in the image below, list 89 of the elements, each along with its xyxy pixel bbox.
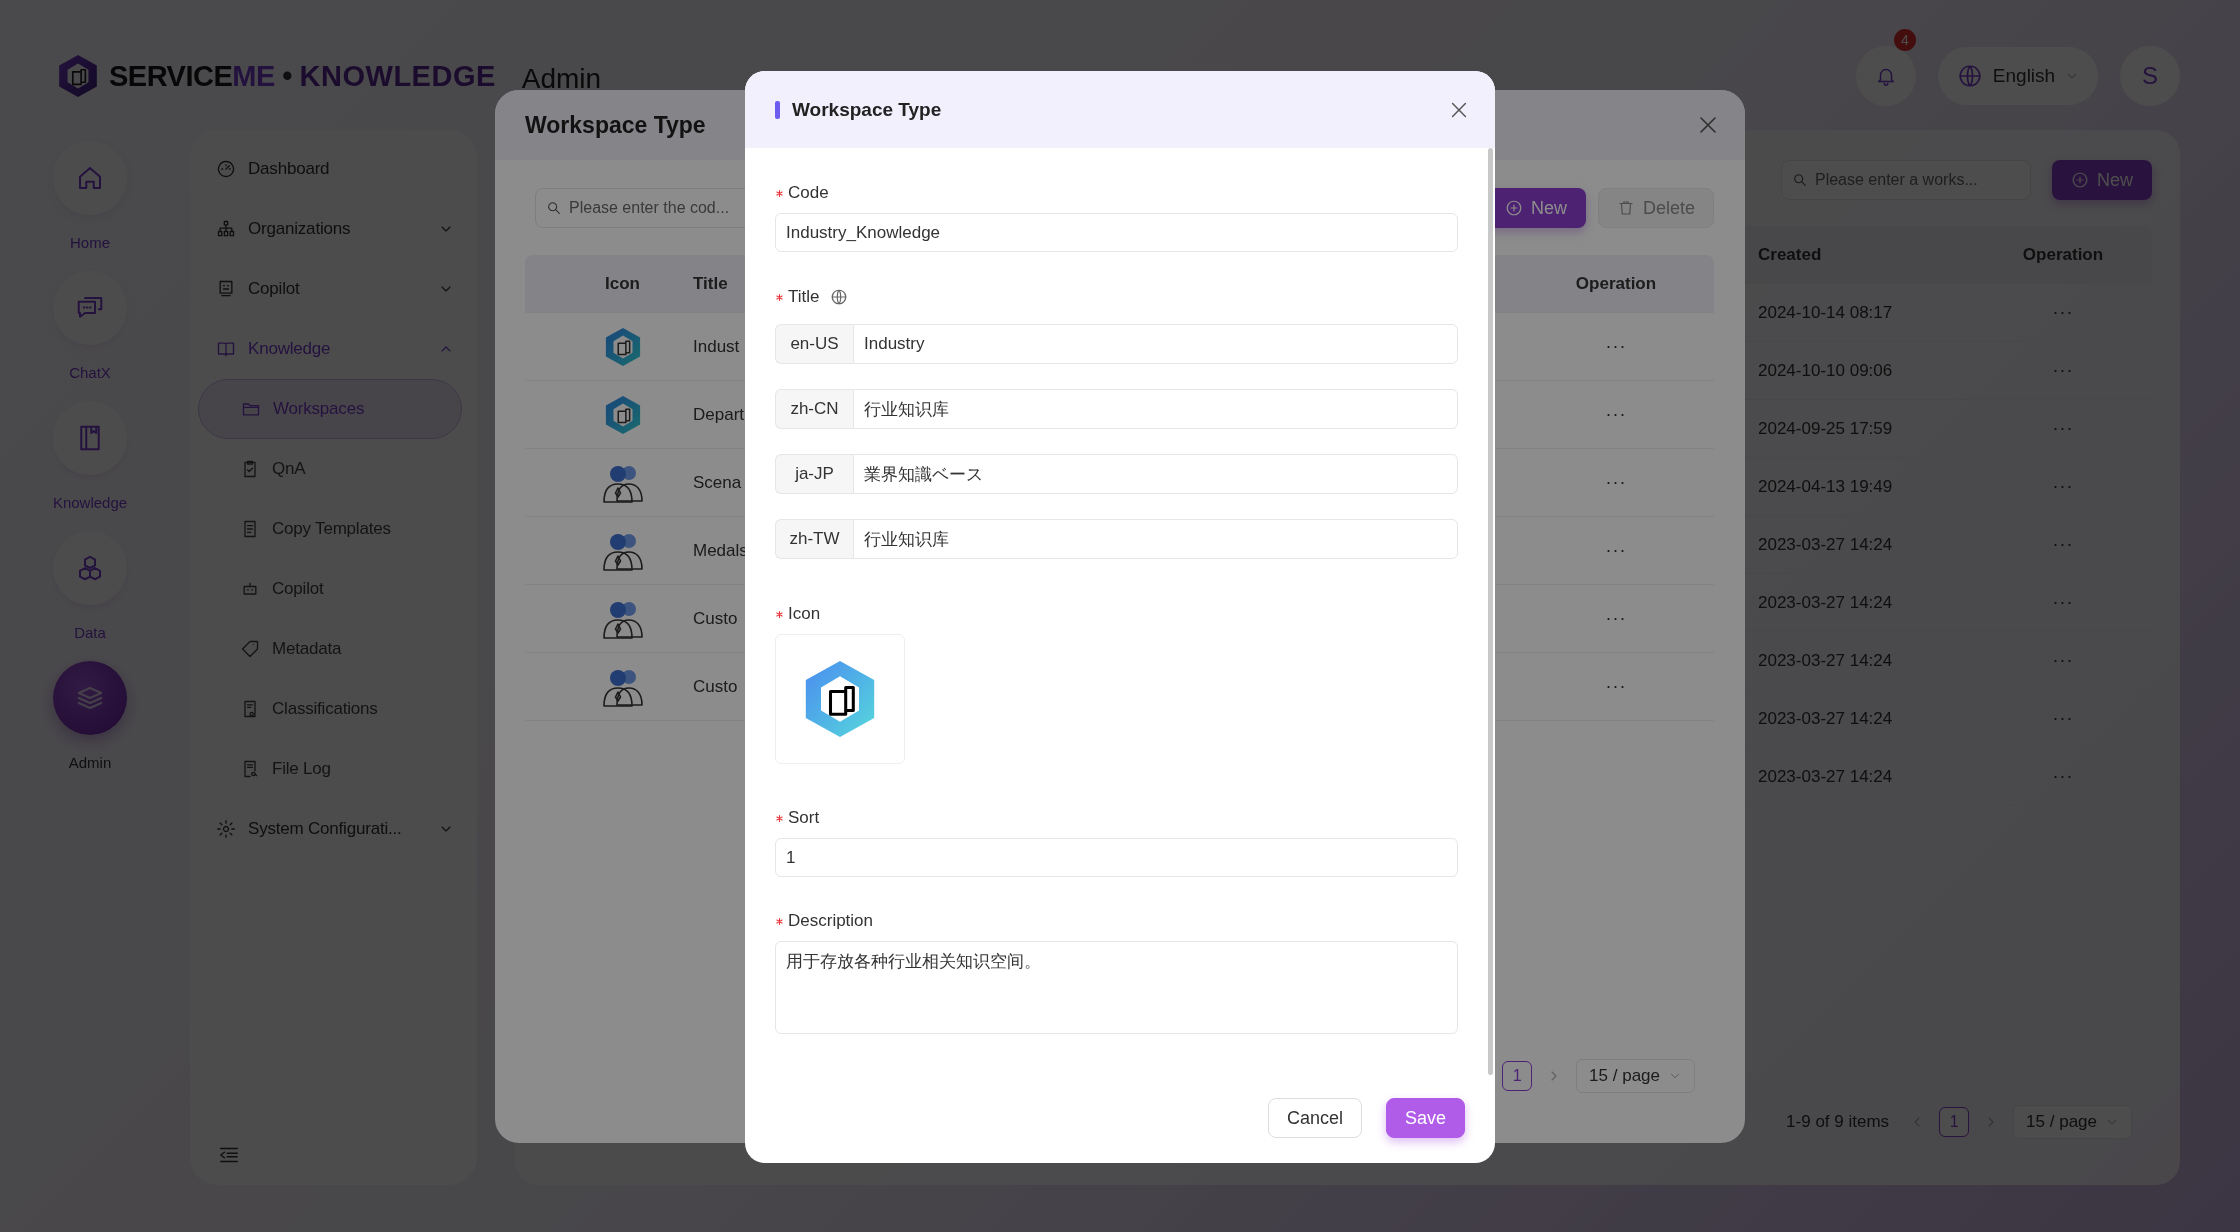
more-actions[interactable]: ··· bbox=[1605, 404, 1627, 425]
more-actions[interactable]: ··· bbox=[2052, 766, 2074, 787]
field-label: Title bbox=[788, 287, 820, 307]
field-label: Sort bbox=[788, 808, 820, 828]
table-cell-text: 2023-03-27 14:24 bbox=[1757, 650, 1894, 671]
dialog-title: Workspace Type bbox=[525, 111, 706, 139]
sidebar-item[interactable]: Copy Templates bbox=[198, 499, 462, 559]
table-cell-text: Custo bbox=[692, 676, 738, 697]
locale-label: zh-TW bbox=[775, 519, 853, 559]
org-chart-icon bbox=[216, 219, 236, 239]
logo-icon bbox=[57, 53, 99, 99]
column-header: Created bbox=[1757, 244, 1823, 265]
table-cell-text: 2023-03-27 14:24 bbox=[1757, 708, 1894, 729]
sidebar-item[interactable]: Copilot bbox=[198, 259, 462, 319]
language-selector[interactable]: English bbox=[1938, 47, 2098, 105]
title-accent-bar bbox=[775, 100, 780, 119]
table-cell-text: 2024-10-10 09:06 bbox=[1757, 360, 1894, 381]
nav-label: Admin bbox=[68, 753, 112, 773]
column-header: Icon bbox=[604, 273, 641, 294]
field-label: Description bbox=[788, 911, 874, 931]
text-field[interactable]: 1 bbox=[775, 838, 1458, 877]
table-cell-text: Indust bbox=[692, 336, 740, 357]
locale-label: zh-CN bbox=[775, 389, 853, 429]
column-header: Operation bbox=[2022, 244, 2104, 265]
table-cell-text: Depart bbox=[692, 404, 745, 425]
field-label: Icon bbox=[788, 604, 821, 624]
more-actions[interactable]: ··· bbox=[2052, 476, 2074, 497]
more-actions[interactable]: ··· bbox=[1605, 472, 1627, 493]
settings-icon bbox=[216, 819, 236, 839]
locale-label: ja-JP bbox=[775, 454, 853, 494]
column-header: Operation bbox=[1575, 273, 1657, 294]
translation-field[interactable]: Industry bbox=[853, 324, 1458, 364]
table-cell-text: 2024-09-25 17:59 bbox=[1757, 418, 1894, 439]
sidebar-item[interactable]: Copilot bbox=[198, 559, 462, 619]
text-field[interactable]: Industry_Knowledge bbox=[775, 213, 1458, 252]
more-actions[interactable]: ··· bbox=[2052, 592, 2074, 613]
sidebar-item[interactable]: Dashboard bbox=[198, 139, 462, 199]
more-actions[interactable]: ··· bbox=[2052, 708, 2074, 729]
more-actions[interactable]: ··· bbox=[2052, 418, 2074, 439]
table-cell-text: Medals bbox=[692, 540, 748, 561]
more-actions[interactable]: ··· bbox=[1605, 608, 1627, 629]
field-label: Code bbox=[788, 183, 829, 203]
save-button[interactable]: Save bbox=[1385, 1098, 1465, 1138]
translation-field[interactable]: 行业知识库 bbox=[853, 519, 1458, 559]
page-size-select[interactable]: 15 / page bbox=[2013, 1105, 2132, 1139]
description-field[interactable]: 用于存放各种行业相关知识空间。 bbox=[775, 941, 1458, 1034]
more-actions[interactable]: ··· bbox=[1605, 676, 1627, 697]
translation-field[interactable]: 業界知識ベース bbox=[853, 454, 1458, 494]
page-button[interactable]: 1 bbox=[1939, 1107, 1970, 1137]
sidebar-item[interactable]: Organizations bbox=[198, 199, 462, 259]
page-button[interactable]: 1 bbox=[1502, 1061, 1533, 1091]
table-cell-text: Scena bbox=[692, 472, 742, 493]
more-actions[interactable]: ··· bbox=[1605, 336, 1627, 357]
sidebar-item[interactable]: Knowledge bbox=[198, 319, 462, 379]
globe-icon[interactable] bbox=[829, 288, 848, 306]
tag-icon bbox=[240, 639, 260, 659]
sidebar-item[interactable]: Classifications bbox=[198, 679, 462, 739]
more-actions[interactable]: ··· bbox=[2052, 534, 2074, 555]
cube-logo-icon bbox=[603, 393, 642, 436]
dialog-title: Workspace Type bbox=[792, 98, 942, 121]
more-actions[interactable]: ··· bbox=[2052, 650, 2074, 671]
more-actions[interactable]: ··· bbox=[1605, 540, 1627, 561]
page-size-select[interactable]: 15 / page bbox=[1576, 1059, 1695, 1093]
notification-badge: 4 bbox=[1894, 29, 1916, 51]
sidebar-item[interactable]: System Configurati... bbox=[198, 799, 462, 859]
table-cell-text: 2023-03-27 14:24 bbox=[1757, 766, 1894, 787]
more-actions[interactable]: ··· bbox=[2052, 302, 2074, 323]
table-cell-text: Custo bbox=[692, 608, 738, 629]
scrollbar[interactable] bbox=[1488, 148, 1493, 1075]
table-cell-text: 2023-03-27 14:24 bbox=[1757, 592, 1894, 613]
gauge-icon bbox=[216, 159, 236, 179]
locale-label: en-US bbox=[775, 324, 853, 364]
icon-picker[interactable] bbox=[775, 634, 905, 764]
table-cell-text: 2024-10-14 08:17 bbox=[1757, 302, 1894, 323]
pagination-summary: 1-9 of 9 items bbox=[1786, 1112, 1890, 1132]
table-cell-text: 2024-04-13 19:49 bbox=[1757, 476, 1894, 497]
sidebar-item[interactable]: File Log bbox=[198, 739, 462, 799]
sidebar-item[interactable]: QnA bbox=[198, 439, 462, 499]
table-cell-text: 2023-03-27 14:24 bbox=[1757, 534, 1894, 555]
more-actions[interactable]: ··· bbox=[2052, 360, 2074, 381]
globe-icon bbox=[1956, 63, 1983, 89]
sidebar-item[interactable]: Metadata bbox=[198, 619, 462, 679]
cube-logo-icon bbox=[603, 325, 642, 368]
trash-icon bbox=[1616, 199, 1635, 217]
user-avatar[interactable]: S bbox=[2120, 46, 2180, 106]
column-header: Title bbox=[692, 273, 728, 294]
section-title: Admin bbox=[521, 63, 602, 95]
translation-field[interactable]: 行业知识库 bbox=[853, 389, 1458, 429]
cancel-button[interactable]: Cancel bbox=[1267, 1098, 1362, 1138]
